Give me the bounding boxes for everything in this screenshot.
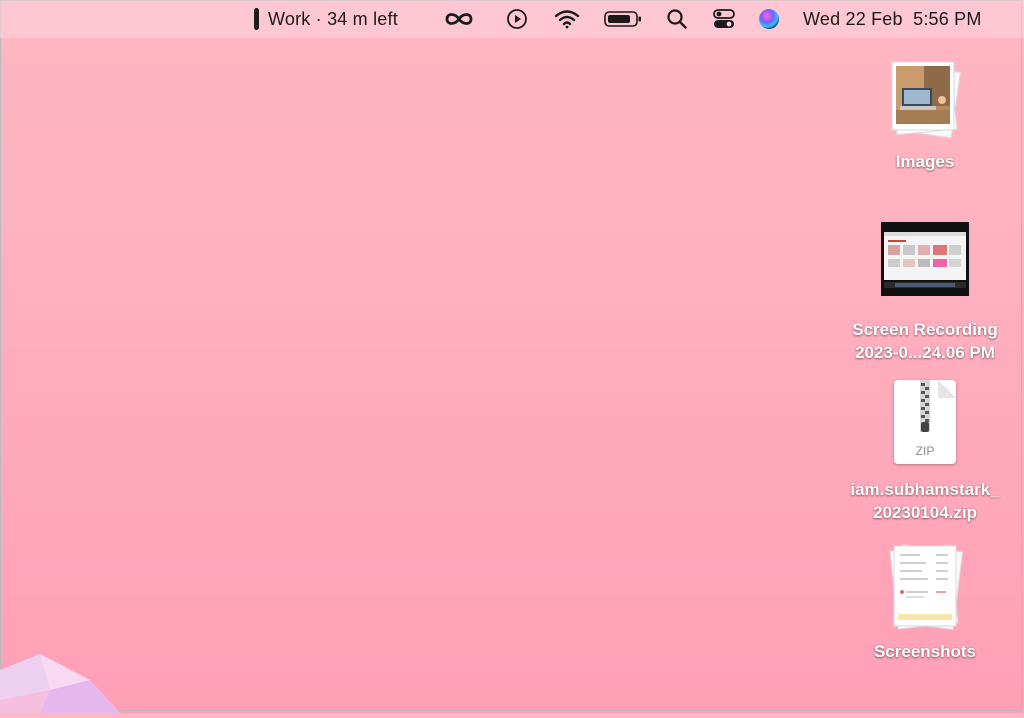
clock[interactable]: Wed 22 Feb 5:56 PM (803, 0, 982, 38)
wifi-icon[interactable] (554, 0, 580, 38)
zip-badge: ZIP (915, 444, 935, 458)
desktop-item-screen-recording[interactable]: Screen Recording 2023-0...24.06 PM (840, 222, 1010, 364)
images-stack-icon (880, 56, 970, 146)
desktop-item-screenshots[interactable]: Screenshots (840, 542, 1010, 663)
screenshots-stack-icon (880, 542, 970, 632)
desktop-item-images[interactable]: Images (840, 56, 1010, 173)
menu-bar: Work · 34 m left Wed 22 Feb 5:56 PM (0, 0, 1024, 38)
battery-icon[interactable] (604, 0, 642, 38)
desktop-item-label: Screen Recording (852, 320, 998, 339)
desktop-item-label-line2: 20230104.zip (873, 503, 977, 522)
play-circle-icon[interactable] (506, 0, 528, 38)
desktop-item-label-line2: 2023-0...24.06 PM (855, 343, 995, 362)
desktop-item-label: Images (895, 152, 955, 171)
control-center-icon[interactable] (712, 0, 736, 38)
focus-status[interactable]: Work · 34 m left (254, 0, 398, 38)
wallpaper-crystal-shape (0, 650, 130, 718)
zip-file-icon: ZIP (894, 380, 956, 464)
focus-bar-icon (254, 8, 259, 30)
siri-icon[interactable] (757, 0, 781, 38)
focus-label: Work · 34 m left (268, 8, 398, 29)
infinity-icon[interactable] (443, 0, 475, 38)
search-icon[interactable] (666, 0, 688, 38)
video-thumbnail-icon (881, 222, 969, 296)
desktop-item-zip[interactable]: ZIP iam.subhamstark_ 20230104.zip (840, 380, 1010, 524)
clock-text: Wed 22 Feb 5:56 PM (803, 8, 982, 29)
desktop-item-label: Screenshots (873, 642, 977, 661)
desktop-item-label: iam.subhamstark_ (850, 480, 1000, 499)
